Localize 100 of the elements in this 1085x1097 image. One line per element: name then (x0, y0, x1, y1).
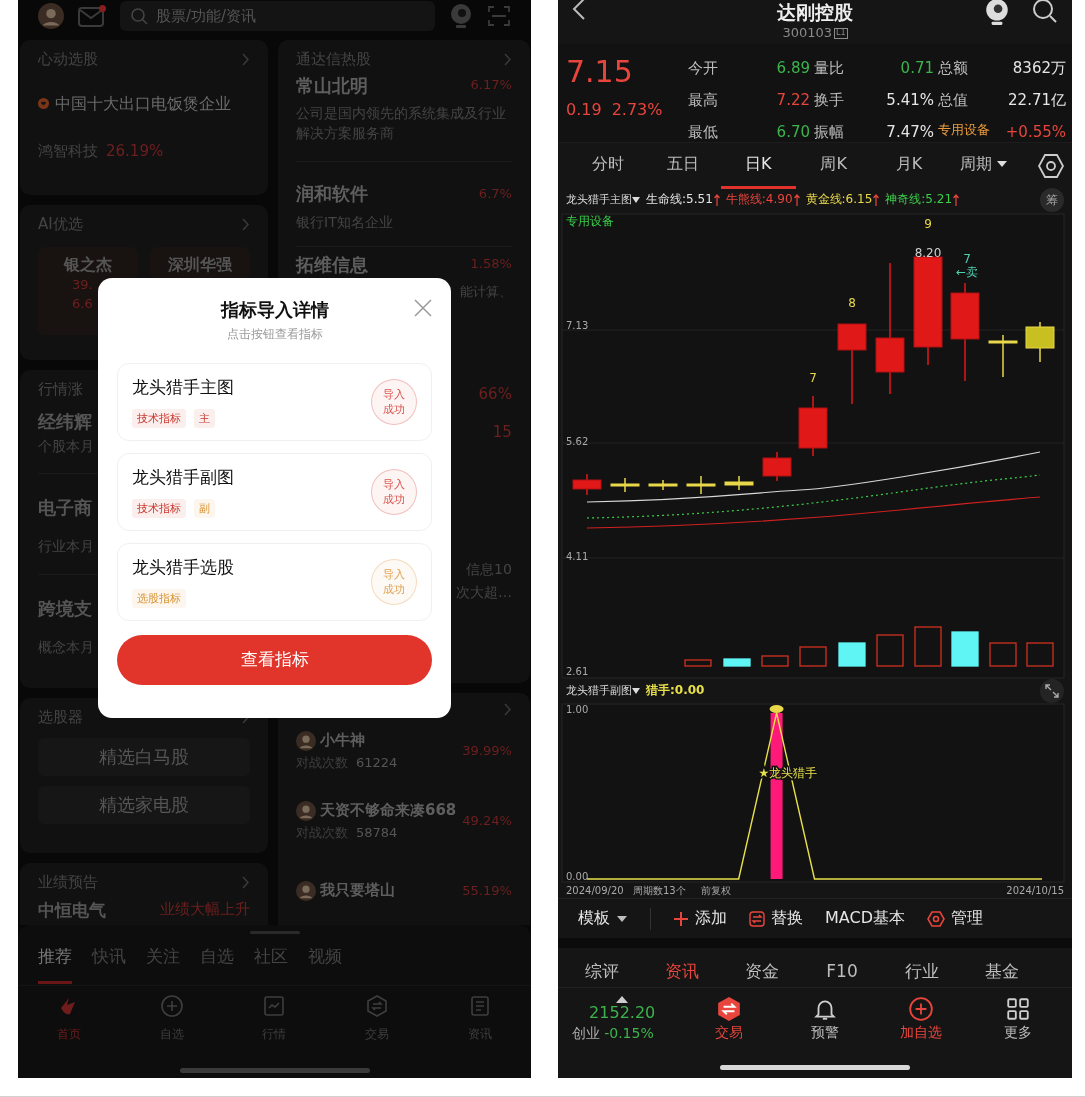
settings-icon[interactable] (1037, 152, 1064, 179)
toolbar-button[interactable]: 替换 (749, 908, 803, 929)
info-tab[interactable]: F10 (802, 948, 882, 987)
stat-label: 今开 (688, 58, 719, 79)
info-tab[interactable]: 资金 (722, 948, 802, 987)
swap-icon (749, 910, 765, 927)
stat-value: +0.55% (1004, 122, 1066, 143)
volume-bar (761, 655, 789, 667)
info-tab[interactable]: 综评 (562, 948, 642, 987)
period-tab[interactable]: 分时 (570, 142, 646, 189)
toolbar-button[interactable]: 模板 (578, 908, 628, 929)
stat-value: 5.41% (885, 90, 934, 111)
indicator-name: 龙头猎手主图 (132, 376, 234, 399)
price-change-percent: 2.73% (611, 100, 663, 121)
stock-change: 1.58% (470, 256, 512, 274)
indicator-tag: 选股指标 (132, 588, 186, 608)
candlestick (648, 479, 678, 491)
toolbar-button[interactable]: 添加 (673, 908, 727, 929)
player-name: 小牛神 (320, 730, 365, 751)
feed-tab[interactable]: 推荐 (38, 940, 72, 984)
count-value: 61224 (356, 754, 398, 772)
action-button[interactable]: 加自选 (881, 996, 962, 1042)
candlestick (798, 395, 828, 457)
search-icon (130, 7, 148, 25)
axis-label: 7.13 (566, 320, 589, 331)
expand-button[interactable] (1040, 679, 1064, 703)
stat-value: 8362万 (1011, 58, 1066, 79)
avatar (296, 800, 316, 821)
signal-mark: 7 (809, 371, 817, 385)
volume-bar (799, 646, 827, 667)
stock-name: 润和软件 (296, 182, 368, 206)
axis-label: 2024/09/20 (566, 885, 624, 896)
caret-icon (616, 914, 628, 923)
sector-name: 电子商 (38, 496, 92, 520)
period-tab[interactable]: 周K (796, 142, 872, 189)
volume-bar (684, 659, 712, 667)
action-button[interactable]: 更多 (977, 996, 1058, 1042)
stock-name: 中恒电气 (38, 898, 106, 921)
up-arrow-icon (873, 194, 880, 206)
chevron-icon (503, 703, 512, 716)
period-tab[interactable]: 日K (720, 142, 796, 189)
toolbar-button[interactable]: 管理 (926, 908, 983, 929)
chip-button[interactable]: 筹 (1040, 188, 1064, 212)
chart-note: 周期数13个 (633, 885, 686, 896)
axis-label: 2.61 (566, 666, 589, 677)
status-badge: 导入成功 (371, 469, 417, 515)
search-icon[interactable] (1032, 0, 1058, 24)
candlestick (610, 477, 640, 493)
plus-circle-icon (908, 996, 935, 1022)
coin-icon (769, 705, 784, 713)
chart-icon (262, 994, 287, 1018)
action-button[interactable]: 交易 (688, 996, 769, 1042)
toolbar-button[interactable]: MACD基本 (825, 908, 905, 929)
win-rate: 49.24% (462, 812, 512, 830)
stat-value: 7.47% (885, 122, 934, 143)
stat-label: 换手 (814, 90, 845, 111)
stock-name: 常山北明 (296, 73, 368, 97)
indicator-tag: 主 (194, 408, 215, 428)
back-icon[interactable] (572, 0, 586, 22)
forecast-note: 业绩大幅上升 (160, 899, 250, 920)
camera-icon[interactable] (984, 0, 1010, 26)
info-tab[interactable]: 基金 (962, 948, 1042, 987)
status-badge: 导入成功 (371, 379, 417, 425)
view-indicator-button[interactable]: 查看指标 (117, 635, 432, 685)
avatar (296, 881, 316, 901)
stat-value: 22.71亿 (1007, 90, 1066, 111)
signal-mark: 9 (924, 217, 932, 231)
period-tab[interactable]: 月K (871, 142, 947, 189)
info-tab[interactable]: 行业 (882, 948, 962, 987)
search-field[interactable]: 股票/功能/资讯 (120, 1, 435, 31)
player-name: 我只要塔山 (320, 881, 395, 901)
period-tab[interactable]: 五日 (645, 142, 721, 189)
status-badge: 导入成功 (371, 559, 417, 605)
legend-value: 牛熊线:4.90 (725, 192, 793, 208)
stat-value: 7.22 (775, 90, 810, 111)
list-fragment: 15 (492, 422, 512, 443)
stat-value: 6.89 (775, 58, 810, 79)
stock-change: 26.19% (106, 142, 164, 162)
caret-up-icon (616, 996, 629, 1003)
indicator-selector[interactable]: 龙头猎手副图 (566, 683, 632, 699)
signal-mark: 8 (848, 296, 856, 310)
indicator-tag: 技术指标 (132, 408, 186, 428)
expand-icon (1045, 684, 1059, 698)
stat-value: 6.70 (775, 122, 810, 143)
info-tab[interactable]: 资讯 (642, 948, 722, 987)
index-value: 2152.20 (589, 1003, 656, 1024)
sector-label: 专用设备 (566, 214, 614, 228)
period-tab[interactable]: 周期 (946, 142, 1022, 189)
chevron-icon (242, 53, 250, 67)
list-fragment: 66% (478, 385, 512, 405)
indicator-reading: 猎手:0.00 (646, 683, 705, 699)
headline: 中国十大出口电饭煲企业 (55, 93, 231, 115)
chevron-icon (242, 218, 250, 232)
action-button[interactable]: 预警 (784, 996, 865, 1042)
candlestick (988, 334, 1018, 378)
candlestick (762, 451, 792, 482)
indicator-selector[interactable]: 龙头猎手主图 (566, 192, 632, 208)
stock-name: 银之杰 (64, 254, 112, 276)
stock-price: 39. (72, 277, 93, 295)
axis-label: 2024/10/15 (1006, 885, 1064, 896)
